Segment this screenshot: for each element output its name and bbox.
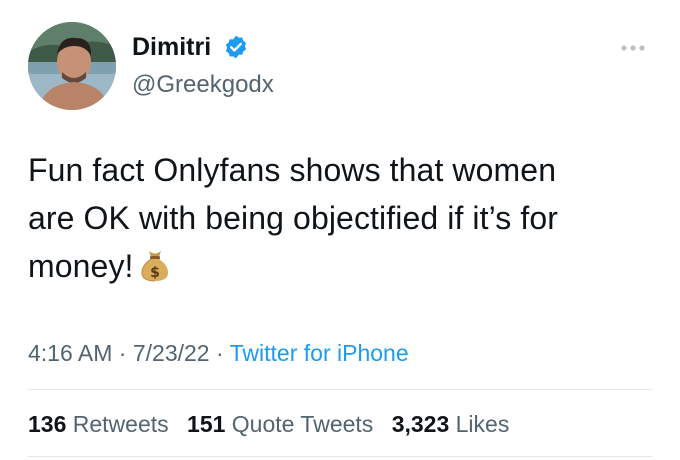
tweet-text-line-2: are OK with being objectified if it’s fo… [28,200,558,236]
quote-tweets-label: Quote Tweets [231,411,374,437]
tweet-text: Fun fact Onlyfans shows that women are O… [28,146,658,290]
divider [28,389,652,390]
tweet-stats: 136 Retweets 151 Quote Tweets 3,323 Like… [28,409,521,439]
divider [28,456,652,457]
likes-stat[interactable]: 3,323 Likes [392,411,510,437]
likes-count: 3,323 [391,411,450,437]
retweets-label: Retweets [72,411,169,437]
tweet-card: Dimitri @Greekgodx Fun fact Onlyfans sho… [0,0,680,460]
tweet-date[interactable]: 7/23/22 [133,340,210,366]
avatar[interactable] [28,22,116,110]
profile-photo [28,22,116,110]
more-options-icon[interactable] [618,40,648,56]
tweet-text-line-1: Fun fact Onlyfans shows that women [28,152,557,188]
retweets-stat[interactable]: 136 Retweets [28,411,169,437]
quote-tweets-count: 151 [187,411,226,437]
tweet-source-link[interactable]: Twitter for iPhone [230,340,409,366]
verified-badge-icon [225,35,247,59]
money-bag-emoji-icon: $ [140,251,168,282]
display-name[interactable]: Dimitri [132,32,211,62]
svg-text:$: $ [150,265,160,281]
tweet-time[interactable]: 4:16 AM [28,340,112,366]
tweet-text-line-3-text: money! [28,248,134,284]
tweet-text-line-3: money! $ [28,242,658,290]
quote-tweets-stat[interactable]: 151 Quote Tweets [187,411,373,437]
likes-label: Likes [455,411,510,437]
meta-separator: · [215,340,224,366]
tweet-meta: 4:16 AM · 7/23/22 · Twitter for iPhone [28,338,409,368]
meta-separator: · [118,340,127,366]
user-handle[interactable]: @Greekgodx [132,70,274,100]
retweets-count: 136 [28,411,67,437]
